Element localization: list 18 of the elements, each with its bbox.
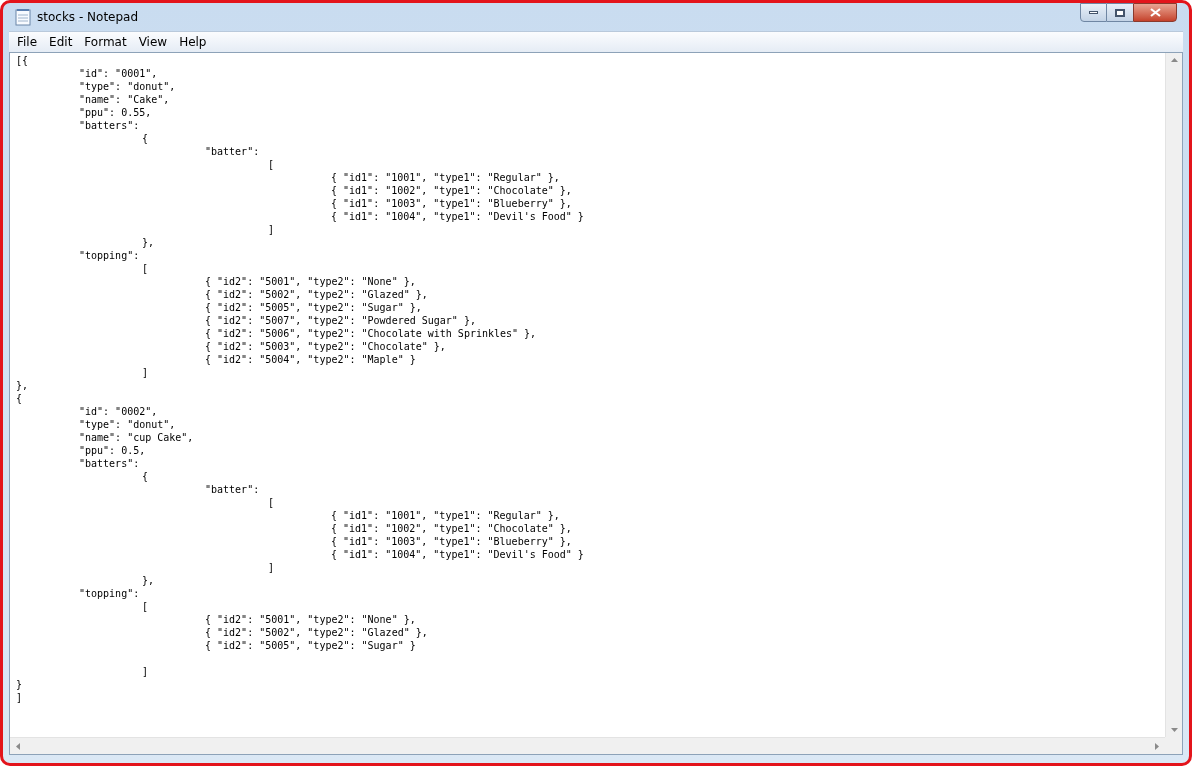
menu-item[interactable]: File — [11, 33, 44, 51]
menu-item[interactable]: Edit — [43, 33, 79, 51]
menu-item[interactable]: Help — [173, 33, 213, 51]
menu-item[interactable]: View — [132, 33, 174, 51]
window-title: stocks - Notepad — [37, 9, 139, 26]
horizontal-scrollbar[interactable] — [10, 737, 1165, 754]
menu-item[interactable]: Format — [78, 33, 133, 51]
scroll-up-icon[interactable] — [1170, 58, 1178, 62]
minimize-button[interactable] — [1080, 3, 1107, 22]
scroll-left-icon[interactable] — [16, 742, 20, 750]
document-text: [{ "id": "0001", "type": "donut", "name": "Cake", "ppu": 0.55, "batters": { "batter": [ { "id1": "1001", "type1": "Regular" }, { "id1": "1002", "type1": "Chocolate" }, { "id1": "1003", "type1": "Blueberry" }, { "id1": "1004", "type1": "Devil's Food" } ] }, "topping": [ { "id2": "5001", "type2": "None" }, { "id2": "5002", "type2": "Glazed" }, { "id2": "5005", "type2": "Sugar" }, { "id2": "5007", "type2": "Powdered Sugar" }, { "id2": "5006", "type2": "Chocolate with Sprinkles" }, { "id2": "5003", "type2": "Chocolate" }, { "id2": "5004", "type2": "Maple" } ] }, { "id": "0002", "type": "donut", "name": "cup Cake", "ppu": 0.5, "batters": { "batter": [ { "id1": "1001", "type1": "Regular" }, { "id1": "1002", "type1": "Chocolate" }, { "id1": "1003", "type1": "Blueberry" }, { "id1": "1004", "type1": "Devil's Food" } ] }, "topping": [ { "id2": "5001", "type2": "None" }, { "id2": "5002", "type2": "Glazed" }, { "id2": "5005", "type2": "Sugar" } ] } ] — [16, 54, 584, 704]
close-button[interactable] — [1133, 3, 1177, 22]
maximize-button[interactable] — [1107, 3, 1133, 22]
scroll-down-icon[interactable] — [1170, 728, 1178, 732]
scroll-right-icon[interactable] — [1155, 742, 1159, 750]
vertical-scrollbar[interactable] — [1165, 53, 1182, 737]
close-icon — [1149, 8, 1161, 17]
notepad-icon — [15, 8, 31, 26]
